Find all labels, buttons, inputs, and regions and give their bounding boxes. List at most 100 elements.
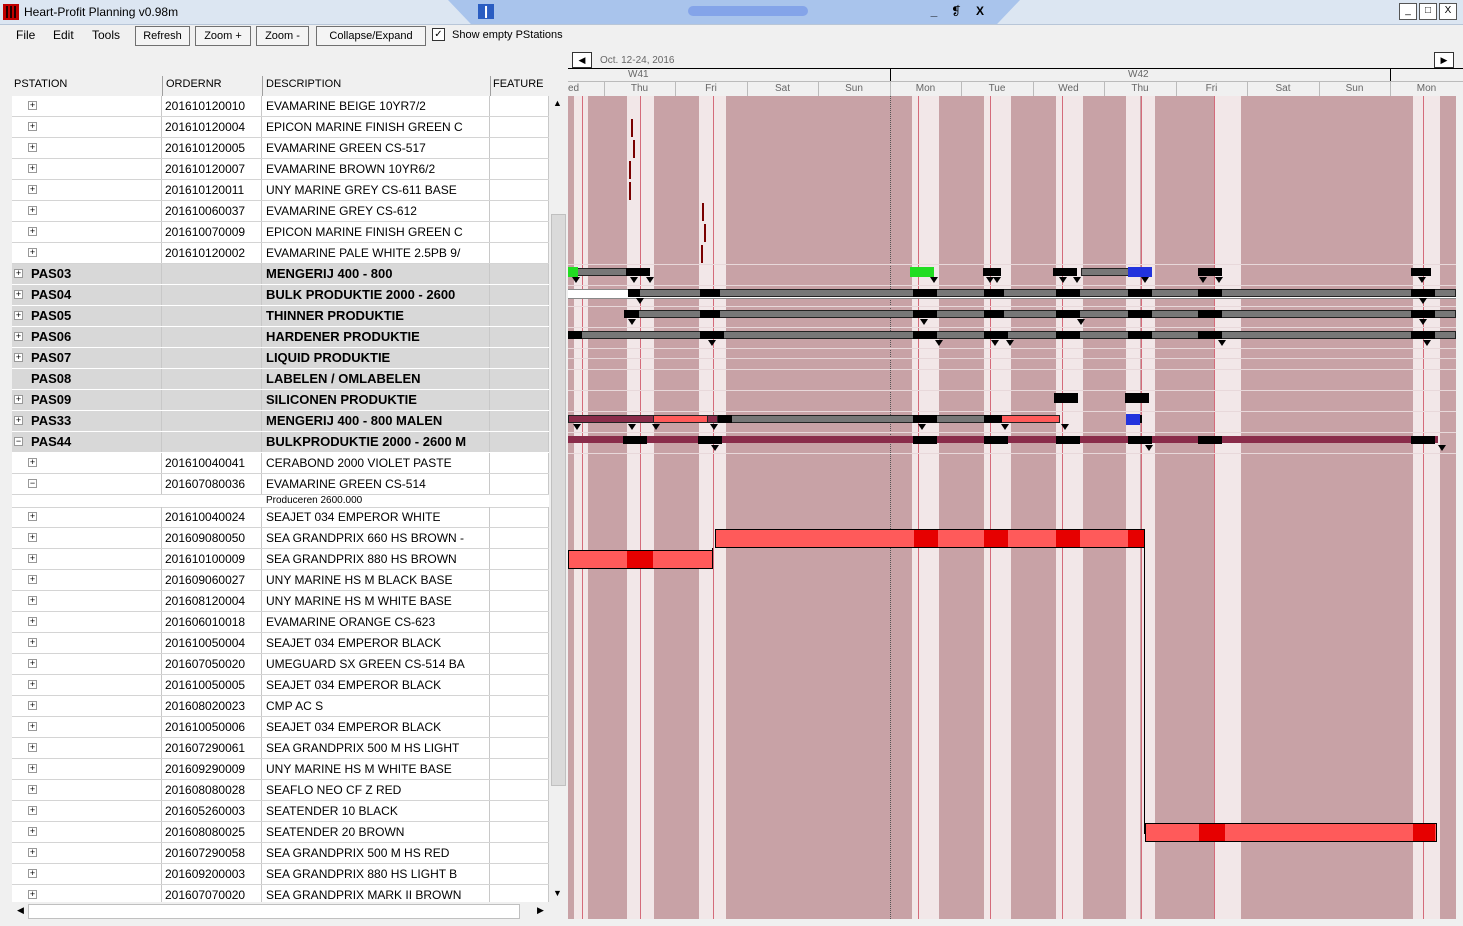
order-row[interactable]: +201610040041 CERABOND 2000 VIOLET PASTE [12, 453, 549, 474]
scroll-right-arrow-icon[interactable]: ▶ [532, 905, 549, 916]
pstation-row[interactable]: + PAS06 HARDENER PRODUKTIE [12, 327, 549, 348]
expand-collapse-icon[interactable]: + [14, 290, 23, 299]
expand-collapse-icon[interactable]: + [28, 185, 37, 194]
order-row[interactable]: +201610100009 SEA GRANDPRIX 880 HS BROWN [12, 549, 549, 570]
expand-collapse-icon[interactable]: + [28, 659, 37, 668]
menu-tools[interactable]: Tools [92, 28, 120, 42]
pstation-row[interactable]: PAS08 LABELEN / OMLABELEN [12, 369, 549, 390]
expand-collapse-icon[interactable]: + [28, 827, 37, 836]
expand-collapse-icon[interactable]: + [28, 722, 37, 731]
order-row[interactable]: +201608120004 UNY MARINE HS M WHITE BASE [12, 591, 549, 612]
expand-collapse-icon[interactable]: + [28, 869, 37, 878]
strip-minimize-button[interactable]: _ [926, 4, 942, 19]
order-row[interactable]: − 201607080036 EVAMARINE GREEN CS-514 [12, 474, 549, 495]
order-row[interactable]: +201607290058 SEA GRANDPRIX 500 M HS RED [12, 843, 549, 864]
strip-close-button[interactable]: X [972, 4, 988, 19]
arrow-right-icon[interactable]: ▶ [1434, 52, 1454, 68]
expand-collapse-icon[interactable]: + [14, 353, 23, 362]
expand-collapse-icon[interactable]: + [28, 512, 37, 521]
arrow-left-icon[interactable]: ◀ [572, 52, 592, 68]
pstation-row[interactable]: + PAS05 THINNER PRODUKTIE [12, 306, 549, 327]
order-row[interactable]: +201607070020 SEA GRANDPRIX MARK II BROWN [12, 885, 549, 902]
scroll-left-arrow-icon[interactable]: ◀ [12, 905, 29, 916]
expand-collapse-icon[interactable]: + [28, 227, 37, 236]
order-row[interactable]: +201608080025 SEATENDER 20 BROWN [12, 822, 549, 843]
pstation-row[interactable]: + PAS04 BULK PRODUKTIE 2000 - 2600 [12, 285, 549, 306]
expand-collapse-icon[interactable]: + [14, 416, 23, 425]
order-row[interactable]: +201610070009 EPICON MARINE FINISH GREEN … [12, 222, 549, 243]
order-row[interactable]: +201605260003 SEATENDER 10 BLACK [12, 801, 549, 822]
expand-collapse-icon[interactable]: + [28, 785, 37, 794]
col-description[interactable]: DESCRIPTION [266, 78, 341, 90]
expand-collapse-icon[interactable]: + [28, 101, 37, 110]
strip-restore-button[interactable]: ❡ [948, 4, 964, 19]
expand-collapse-icon[interactable]: + [28, 743, 37, 752]
order-row[interactable]: +201610040024 SEAJET 034 EMPEROR WHITE [12, 507, 549, 528]
expand-collapse-icon[interactable]: + [14, 332, 23, 341]
expand-collapse-icon[interactable]: + [28, 701, 37, 710]
order-row[interactable]: +201610120007 EVAMARINE BROWN 10YR6/2 [12, 159, 549, 180]
expand-collapse-icon[interactable]: + [28, 764, 37, 773]
expand-collapse-icon[interactable]: + [28, 890, 37, 899]
expand-collapse-icon[interactable]: + [28, 206, 37, 215]
scroll-down-arrow-icon[interactable]: ▼ [549, 888, 566, 898]
order-row[interactable]: +201610120010 EVAMARINE BEIGE 10YR7/2 [12, 96, 549, 117]
maximize-button[interactable]: □ [1419, 3, 1437, 20]
order-row[interactable]: +201609290009 UNY MARINE HS M WHITE BASE [12, 759, 549, 780]
order-row[interactable]: +201609200003 SEA GRANDPRIX 880 HS LIGHT … [12, 864, 549, 885]
horizontal-scrollbar[interactable]: ◀ ▶ [12, 902, 549, 919]
order-row[interactable]: +201610120005 EVAMARINE GREEN CS-517 [12, 138, 549, 159]
expand-collapse-icon[interactable]: + [28, 248, 37, 257]
zoom-out-button[interactable]: Zoom - [256, 26, 309, 46]
pin-icon[interactable]: ❙ [478, 4, 494, 19]
show-empty-checkbox[interactable]: ✓ [432, 28, 445, 41]
pstation-row[interactable]: + PAS33 MENGERIJ 400 - 800 MALEN [12, 411, 549, 432]
expand-collapse-icon[interactable]: + [14, 269, 23, 278]
expand-collapse-icon[interactable]: + [14, 311, 23, 320]
pstation-row[interactable]: + PAS03 MENGERIJ 400 - 800 [12, 264, 549, 285]
expand-collapse-icon[interactable]: + [28, 122, 37, 131]
minimize-button[interactable]: _ [1399, 3, 1417, 20]
collapse-expand-button[interactable]: Collapse/Expand [316, 26, 426, 46]
expand-collapse-icon[interactable]: + [14, 395, 23, 404]
order-row[interactable]: +201608020023 CMP AC S [12, 696, 549, 717]
expand-collapse-icon[interactable]: + [28, 575, 37, 584]
vertical-scroll-thumb[interactable] [551, 214, 566, 786]
col-pstation[interactable]: PSTATION [14, 78, 67, 90]
horizontal-scroll-thumb[interactable] [28, 904, 520, 919]
expand-collapse-icon[interactable]: + [28, 848, 37, 857]
col-feature[interactable]: FEATURE [493, 78, 544, 90]
pstation-row[interactable]: + PAS09 SILICONEN PRODUKTIE [12, 390, 549, 411]
order-row[interactable]: +201608080028 SEAFLO NEO CF Z RED [12, 780, 549, 801]
menu-edit[interactable]: Edit [53, 28, 74, 42]
order-row[interactable]: +201610120011 UNY MARINE GREY CS-611 BASE [12, 180, 549, 201]
expand-collapse-icon[interactable]: + [28, 458, 37, 467]
order-row[interactable]: +201607290061 SEA GRANDPRIX 500 M HS LIGH… [12, 738, 549, 759]
expand-collapse-icon[interactable]: + [28, 143, 37, 152]
close-button[interactable]: X [1439, 3, 1457, 20]
expand-collapse-icon[interactable]: + [28, 617, 37, 626]
expand-collapse-icon[interactable]: + [28, 680, 37, 689]
pstation-row[interactable]: − PAS44 BULKPRODUKTIE 2000 - 2600 M [12, 432, 549, 453]
col-ordernr[interactable]: ORDERNR [166, 78, 222, 90]
vertical-scrollbar[interactable]: ▲ ▼ [549, 96, 566, 902]
order-row[interactable]: +201610050005 SEAJET 034 EMPEROR BLACK [12, 675, 549, 696]
expand-collapse-icon[interactable]: − [14, 437, 23, 446]
pstation-row[interactable]: + PAS07 LIQUID PRODUKTIE [12, 348, 549, 369]
order-row[interactable]: +201610050006 SEAJET 034 EMPEROR BLACK [12, 717, 549, 738]
order-row[interactable]: +201609080050 SEA GRANDPRIX 660 HS BROWN … [12, 528, 549, 549]
order-row[interactable]: +201610050004 SEAJET 034 EMPEROR BLACK [12, 633, 549, 654]
order-row[interactable]: +201606010018 EVAMARINE ORANGE CS-623 [12, 612, 549, 633]
scroll-up-arrow-icon[interactable]: ▲ [549, 98, 566, 108]
order-row[interactable]: +201607050020 UMEGUARD SX GREEN CS-514 BA [12, 654, 549, 675]
expand-collapse-icon[interactable]: − [28, 479, 37, 488]
expand-collapse-icon[interactable]: + [28, 806, 37, 815]
refresh-button[interactable]: Refresh [135, 26, 190, 46]
expand-collapse-icon[interactable]: + [28, 164, 37, 173]
order-row[interactable]: +201610120002 EVAMARINE PALE WHITE 2.5PB … [12, 243, 549, 264]
expand-collapse-icon[interactable]: + [28, 554, 37, 563]
order-row[interactable]: +201609060027 UNY MARINE HS M BLACK BASE [12, 570, 549, 591]
expand-collapse-icon[interactable]: + [28, 638, 37, 647]
expand-collapse-icon[interactable]: + [28, 533, 37, 542]
order-row[interactable]: +201610060037 EVAMARINE GREY CS-612 [12, 201, 549, 222]
